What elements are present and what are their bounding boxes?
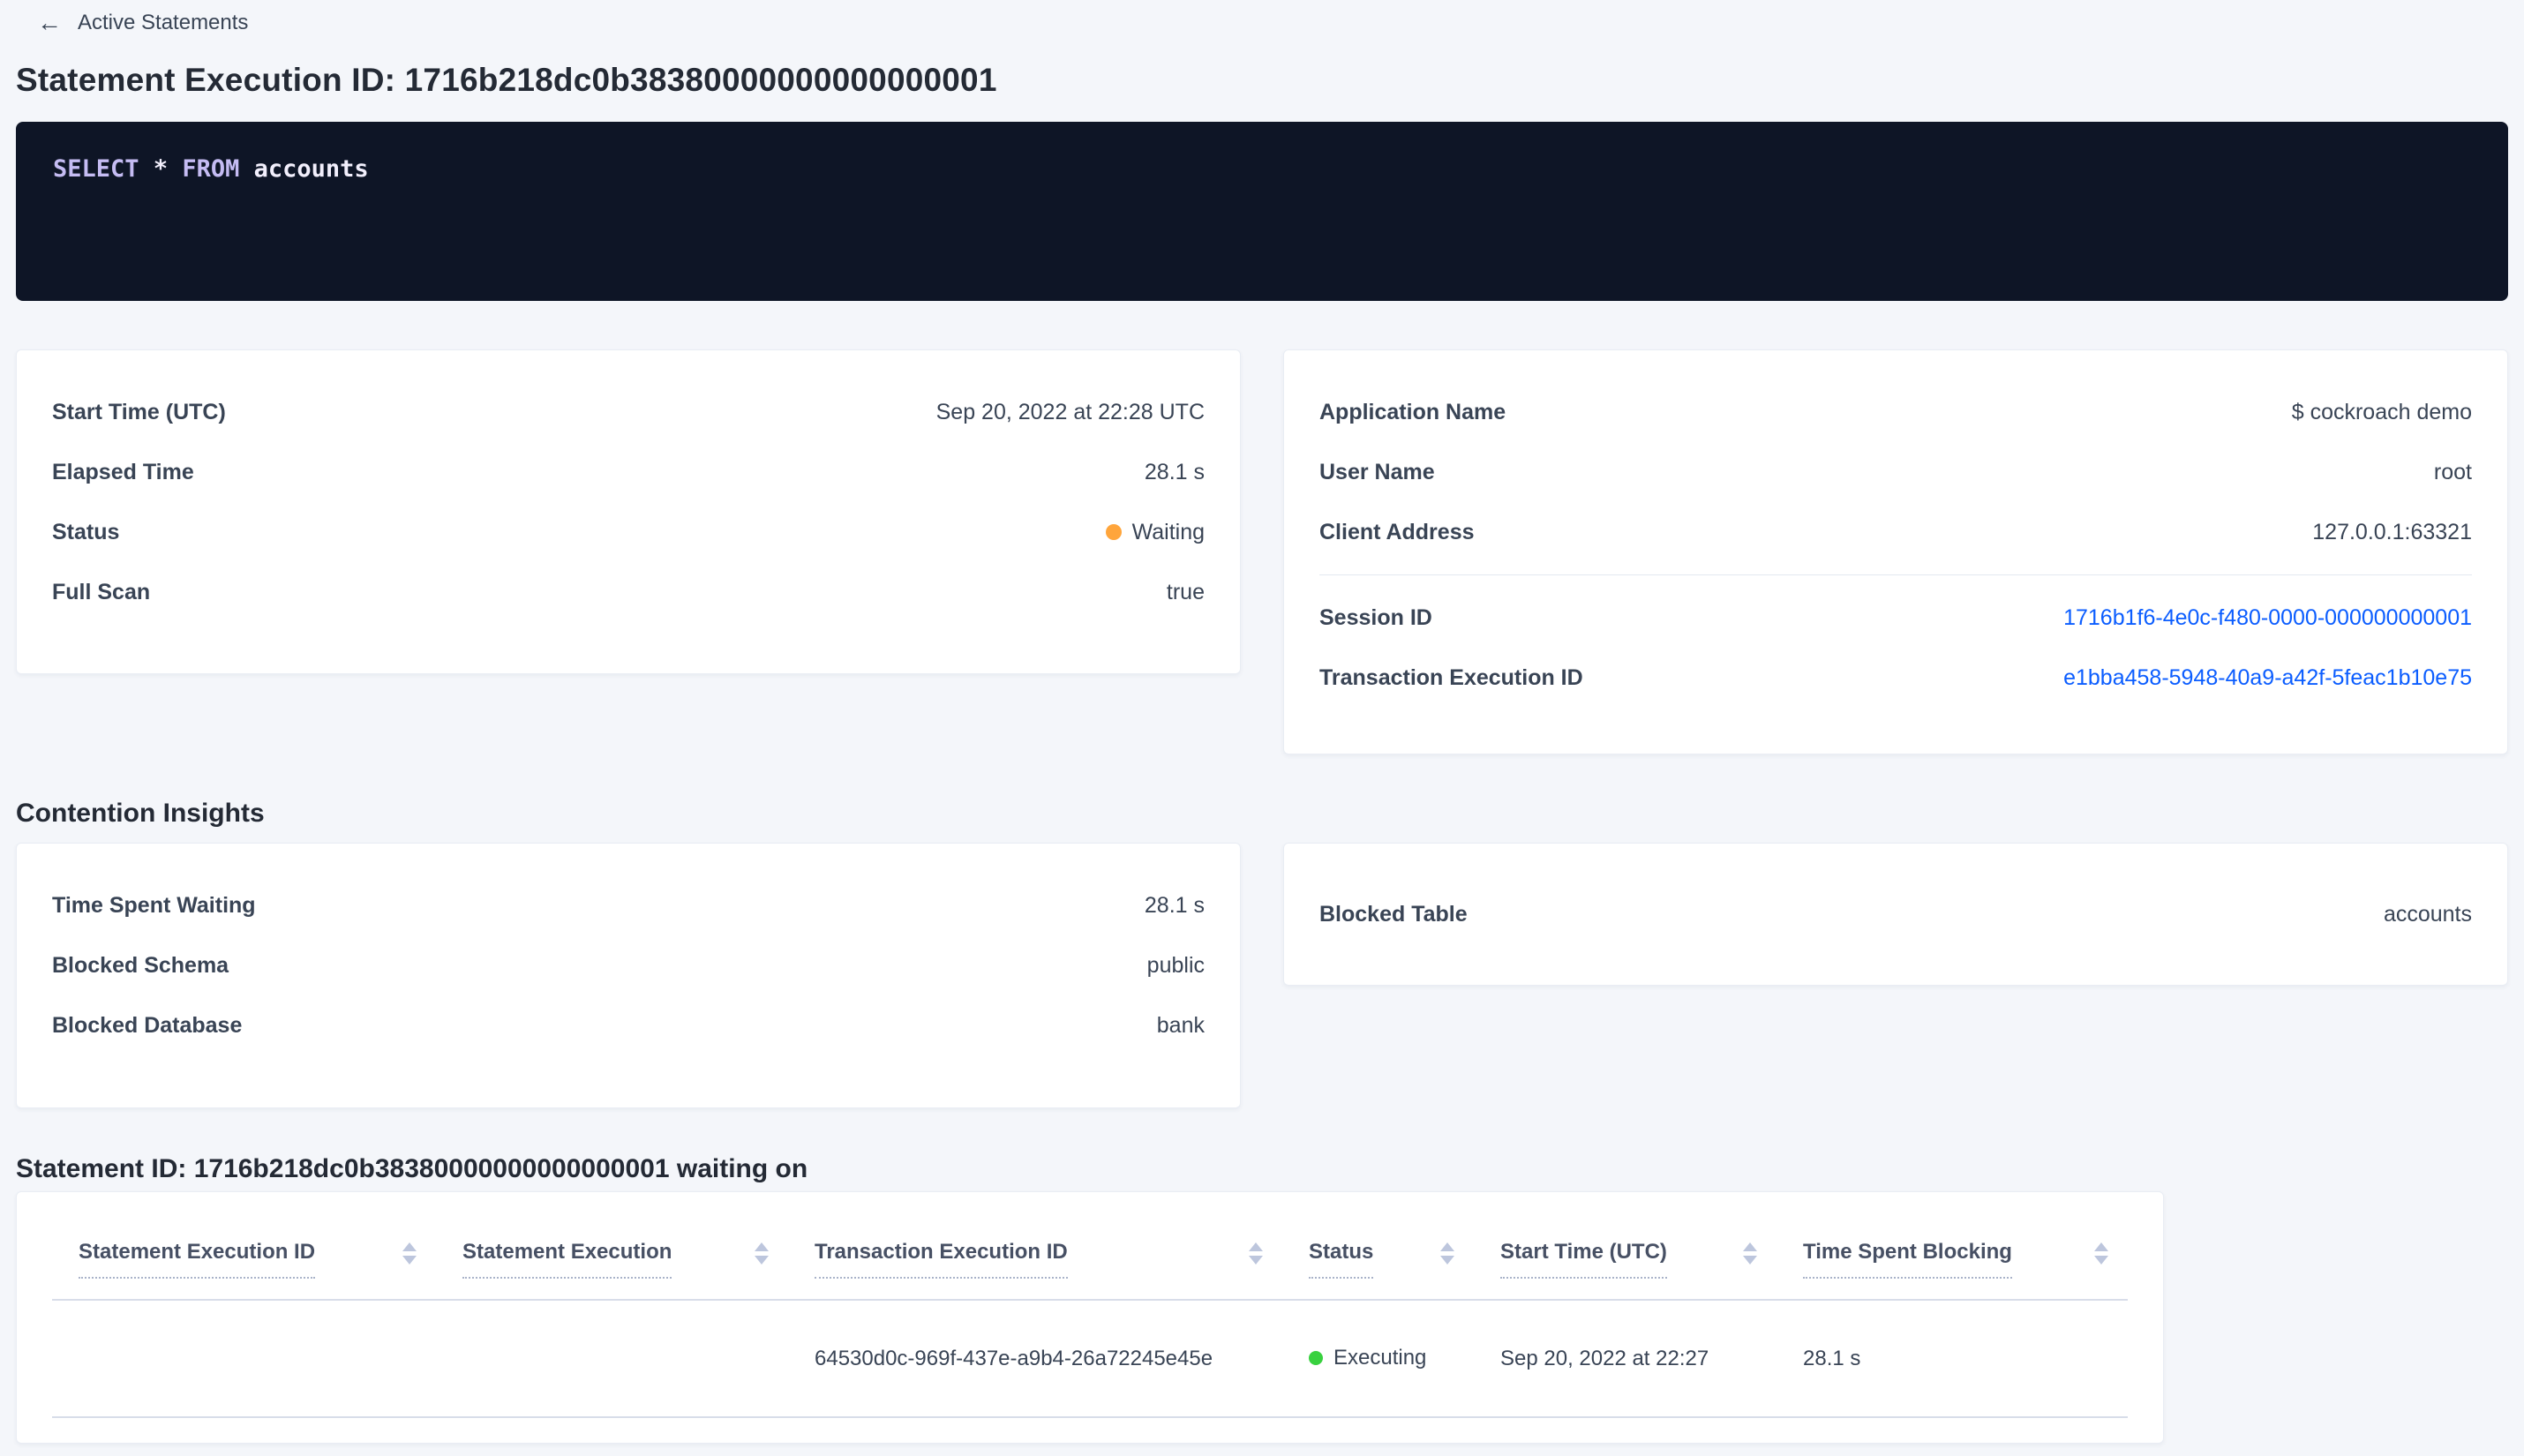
cell-statement-execution-id [52,1300,436,1418]
column-header-transaction-execution-id[interactable]: Transaction Execution ID [788,1192,1282,1301]
elapsed-time-value: 28.1 s [1144,459,1205,484]
sort-icon[interactable] [1440,1242,1454,1265]
column-label: Start Time (UTC) [1500,1240,1667,1279]
column-label: Statement Execution ID [79,1240,316,1279]
cell-status: Executing [1282,1300,1474,1418]
blocked-schema-label: Blocked Schema [52,952,229,978]
cell-transaction-execution-id: 64530d0c-969f-437e-a9b4-26a72245e45e [788,1300,1282,1418]
waiting-on-heading: Statement ID: 1716b218dc0b38380000000000… [16,1154,808,1183]
elapsed-time-label: Elapsed Time [52,459,194,484]
user-name-value: root [2433,459,2472,484]
blocked-database-row: Blocked Database bank [52,995,1205,1055]
full-scan-value: true [1166,579,1205,604]
client-address-label: Client Address [1319,519,1475,544]
cell-status-value: Executing [1333,1346,1427,1370]
start-time-label: Start Time (UTC) [52,399,226,424]
column-label: Time Spent Blocking [1803,1240,2012,1279]
user-name-row: User Name root [1319,442,2472,502]
sql-table-name: accounts [253,155,369,183]
waiting-on-table-card: Statement Execution ID Statement Executi… [16,1191,2164,1444]
statement-execution-page: ← Active Statements Statement Execution … [0,11,2524,1444]
user-name-label: User Name [1319,459,1435,484]
blocked-schema-value: public [1146,952,1205,978]
session-id-label: Session ID [1319,604,1432,630]
column-header-status[interactable]: Status [1282,1192,1474,1301]
blocked-table-card: Blocked Table accounts [1283,843,2508,986]
client-address-row: Client Address 127.0.0.1:63321 [1319,502,2472,562]
status-value: Waiting [1131,519,1205,544]
back-link-active-statements[interactable]: ← Active Statements [37,11,248,35]
application-name-row: Application Name $ cockroach demo [1319,382,2472,442]
sort-icon[interactable] [755,1242,769,1265]
blocked-database-value: bank [1156,1012,1205,1038]
time-spent-waiting-value: 28.1 s [1144,892,1205,918]
application-name-label: Application Name [1319,399,1506,424]
cell-start-time: Sep 20, 2022 at 22:27 [1474,1300,1777,1418]
sort-icon[interactable] [2094,1242,2108,1265]
session-id-row: Session ID 1716b1f6-4e0c-f480-0000-00000… [1319,588,2472,648]
contention-details-card: Time Spent Waiting 28.1 s Blocked Schema… [16,843,1241,1108]
table-row: 64530d0c-969f-437e-a9b4-26a72245e45e Exe… [52,1300,2128,1418]
sort-icon[interactable] [402,1242,417,1265]
column-label: Status [1309,1240,1374,1279]
transaction-execution-id-row: Transaction Execution ID e1bba458-5948-4… [1319,648,2472,708]
column-header-statement-execution-id[interactable]: Statement Execution ID [52,1192,436,1301]
transaction-execution-id-link[interactable]: e1bba458-5948-40a9-a42f-5feac1b10e75 [2063,665,2472,691]
blocked-table-value: accounts [2383,901,2472,927]
waiting-on-table: Statement Execution ID Statement Executi… [52,1192,2128,1418]
session-id-link[interactable]: 1716b1f6-4e0c-f480-0000-000000000001 [2063,605,2472,631]
column-label: Transaction Execution ID [815,1240,1068,1279]
column-header-start-time[interactable]: Start Time (UTC) [1474,1192,1777,1301]
status-row: Status Waiting [52,502,1205,562]
session-card-divider [1319,574,2472,575]
sql-star: * [153,155,169,183]
transaction-execution-id-label: Transaction Execution ID [1319,664,1583,690]
back-arrow-icon: ← [37,9,62,36]
back-link-label: Active Statements [78,11,249,34]
overview-card: Start Time (UTC) Sep 20, 2022 at 22:28 U… [16,349,1241,674]
sql-statement-box: SELECT * FROM accounts [16,122,2508,301]
blocked-table-row: Blocked Table accounts [1319,884,2472,944]
full-scan-row: Full Scan true [52,562,1205,622]
column-label: Statement Execution [462,1240,672,1279]
executing-status-dot-icon [1309,1351,1323,1365]
sql-keyword-from: FROM [182,155,240,183]
table-header-row: Statement Execution ID Statement Executi… [52,1192,2128,1301]
column-header-statement-execution[interactable]: Statement Execution [436,1192,788,1301]
waiting-status-dot-icon [1105,524,1122,540]
sql-keyword-select: SELECT [53,155,139,183]
full-scan-label: Full Scan [52,579,151,604]
sort-icon[interactable] [1249,1242,1263,1265]
start-time-value: Sep 20, 2022 at 22:28 UTC [935,399,1205,424]
status-label: Status [52,519,120,544]
column-header-time-spent-blocking[interactable]: Time Spent Blocking [1777,1192,2128,1301]
time-spent-waiting-label: Time Spent Waiting [52,892,256,918]
client-address-value: 127.0.0.1:63321 [2312,519,2472,544]
cell-statement-execution [436,1300,788,1418]
blocked-database-label: Blocked Database [52,1012,243,1038]
session-card: Application Name $ cockroach demo User N… [1283,349,2508,754]
page-title: Statement Execution ID: 1716b218dc0b3838… [16,62,997,98]
time-spent-waiting-row: Time Spent Waiting 28.1 s [52,875,1205,935]
application-name-value: $ cockroach demo [2291,399,2472,424]
contention-insights-heading: Contention Insights [16,799,265,828]
blocked-schema-row: Blocked Schema public [52,935,1205,995]
elapsed-time-row: Elapsed Time 28.1 s [52,442,1205,502]
blocked-table-label: Blocked Table [1319,901,1468,927]
cell-time-spent-blocking: 28.1 s [1777,1300,2128,1418]
start-time-row: Start Time (UTC) Sep 20, 2022 at 22:28 U… [52,382,1205,442]
sort-icon[interactable] [1743,1242,1757,1265]
